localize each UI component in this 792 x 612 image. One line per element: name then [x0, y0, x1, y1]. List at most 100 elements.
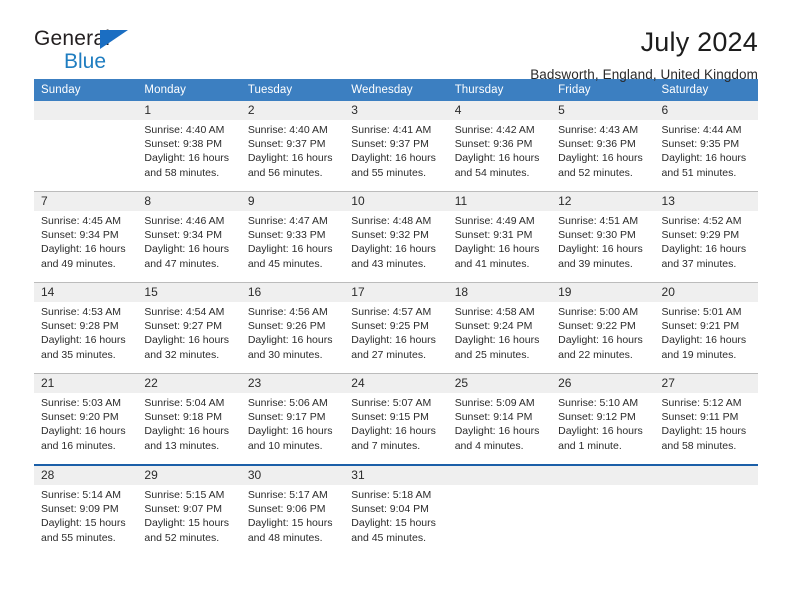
day-cell[interactable]: 23 — [240, 373, 345, 393]
day-detail-cell[interactable]: Sunrise: 4:57 AM Sunset: 9:25 PM Daylight:… — [344, 302, 447, 374]
day-cell[interactable]: 3 — [344, 101, 447, 120]
day-cell[interactable]: 9 — [240, 191, 345, 211]
day-cell[interactable]: 29 — [137, 464, 241, 485]
day-cell[interactable]: 20 — [654, 282, 758, 302]
day-cell[interactable]: 28 — [34, 464, 138, 485]
daylight-text-cont: and 54 minutes. — [454, 166, 530, 179]
day-detail-cell[interactable] — [448, 485, 551, 556]
day-details: Sunrise: 5:14 AM Sunset: 9:09 PM Daylight:… — [34, 485, 137, 556]
sunrise-text: Sunrise: 4:56 AM — [247, 306, 328, 318]
day-detail-cell[interactable]: Sunrise: 5:06 AM Sunset: 9:17 PM Daylight:… — [241, 393, 344, 465]
day-detail-cell[interactable]: Sunrise: 5:10 AM Sunset: 9:12 PM Daylight:… — [551, 393, 654, 465]
day-cell[interactable]: 1 — [137, 101, 240, 120]
day-detail-cell[interactable]: Sunrise: 4:49 AM Sunset: 9:31 PM Daylight:… — [448, 211, 551, 283]
day-cell[interactable]: 5 — [551, 101, 654, 120]
day-detail-cell[interactable]: Sunrise: 4:58 AM Sunset: 9:24 PM Daylight:… — [448, 302, 551, 374]
day-cell[interactable]: 13 — [654, 191, 758, 211]
brand-logo[interactable]: General Blue — [34, 28, 164, 80]
sunrise-text: Sunrise: 4:57 AM — [351, 306, 432, 318]
sunset-text: Sunset: 9:06 PM — [247, 503, 326, 516]
day-cell[interactable]: 26 — [551, 373, 655, 393]
daylight-text-cont: and 25 minutes. — [454, 348, 530, 361]
day-details: Sunrise: 4:47 AM Sunset: 9:33 PM Daylight:… — [241, 211, 344, 282]
day-detail-cell[interactable]: Sunrise: 4:54 AM Sunset: 9:27 PM Daylight:… — [137, 302, 240, 374]
brand-name-blue: Blue — [64, 50, 107, 73]
day-detail-cell[interactable]: Sunrise: 4:44 AM Sunset: 9:35 PM Daylight:… — [655, 120, 758, 192]
day-detail-cell[interactable]: Sunrise: 5:04 AM Sunset: 9:18 PM Daylight:… — [137, 393, 240, 465]
day-detail-cell[interactable]: Sunrise: 4:40 AM Sunset: 9:37 PM Daylight:… — [241, 120, 344, 192]
day-cell[interactable] — [34, 101, 137, 120]
day-detail-cell[interactable]: Sunrise: 4:46 AM Sunset: 9:34 PM Daylight:… — [137, 211, 240, 283]
sunset-text: Sunset: 9:15 PM — [351, 411, 429, 424]
day-detail-cell[interactable]: Sunrise: 5:07 AM Sunset: 9:15 PM Daylight:… — [344, 393, 447, 465]
sunset-text: Sunset: 9:24 PM — [454, 320, 533, 333]
sunrise-text: Sunrise: 5:04 AM — [144, 397, 225, 409]
day-cell[interactable]: 21 — [34, 373, 138, 393]
day-number: 7 — [41, 194, 48, 208]
day-cell[interactable]: 8 — [137, 191, 241, 211]
day-cell[interactable]: 4 — [448, 101, 551, 120]
day-cell[interactable]: 14 — [34, 282, 138, 302]
day-detail-cell[interactable]: Sunrise: 5:12 AM Sunset: 9:11 PM Daylight:… — [655, 393, 758, 465]
day-cell[interactable] — [551, 464, 655, 485]
day-detail-cell[interactable]: Sunrise: 4:52 AM Sunset: 9:29 PM Daylight:… — [655, 211, 758, 283]
day-cell[interactable]: 27 — [654, 373, 758, 393]
day-detail-cell[interactable] — [655, 485, 758, 556]
day-cell[interactable]: 12 — [551, 191, 655, 211]
day-cell[interactable]: 17 — [344, 282, 448, 302]
day-detail-cell[interactable]: Sunrise: 4:48 AM Sunset: 9:32 PM Daylight:… — [344, 211, 447, 283]
day-cell[interactable]: 7 — [34, 191, 138, 211]
sunset-text: Sunset: 9:37 PM — [351, 138, 429, 151]
day-cell[interactable]: 15 — [137, 282, 241, 302]
day-cell[interactable]: 19 — [551, 282, 655, 302]
day-cell[interactable]: 18 — [447, 282, 552, 302]
sunset-text: Sunset: 9:21 PM — [661, 320, 740, 333]
day-detail-cell[interactable]: Sunrise: 5:00 AM Sunset: 9:22 PM Daylight:… — [551, 302, 654, 374]
day-number: 27 — [661, 376, 675, 390]
day-detail-cell[interactable] — [34, 120, 137, 192]
day-cell[interactable]: 31 — [344, 464, 448, 485]
daylight-text: Daylight: 16 hours — [351, 152, 436, 165]
day-cell[interactable]: 10 — [344, 191, 448, 211]
day-cell[interactable]: 22 — [137, 373, 241, 393]
sunrise-text: Sunrise: 4:43 AM — [558, 124, 639, 136]
day-cell[interactable]: 24 — [344, 373, 448, 393]
day-detail-cell[interactable]: Sunrise: 5:14 AM Sunset: 9:09 PM Daylight:… — [34, 485, 137, 556]
day-detail-cell[interactable]: Sunrise: 4:45 AM Sunset: 9:34 PM Daylight:… — [34, 211, 137, 283]
day-detail-cell[interactable]: Sunrise: 5:01 AM Sunset: 9:21 PM Daylight:… — [655, 302, 758, 374]
day-details: Sunrise: 5:17 AM Sunset: 9:06 PM Daylight:… — [241, 485, 344, 556]
day-detail-cell[interactable]: Sunrise: 4:41 AM Sunset: 9:37 PM Daylight:… — [344, 120, 447, 192]
day-detail-cell[interactable]: Sunrise: 5:09 AM Sunset: 9:14 PM Daylight:… — [448, 393, 551, 465]
daylight-text-cont: and 52 minutes. — [144, 531, 220, 544]
daylight-text: Daylight: 15 hours — [41, 517, 126, 530]
day-detail-cell[interactable]: Sunrise: 4:53 AM Sunset: 9:28 PM Daylight:… — [34, 302, 137, 374]
day-detail-cell[interactable]: Sunrise: 5:03 AM Sunset: 9:20 PM Daylight:… — [34, 393, 137, 465]
day-cell[interactable]: 16 — [240, 282, 345, 302]
day-detail-cell[interactable]: Sunrise: 4:42 AM Sunset: 9:36 PM Daylight:… — [448, 120, 551, 192]
sunset-text: Sunset: 9:12 PM — [558, 411, 636, 424]
sunset-text: Sunset: 9:30 PM — [558, 229, 636, 242]
day-detail-cell[interactable]: Sunrise: 5:18 AM Sunset: 9:04 PM Daylight:… — [344, 485, 447, 556]
day-cell[interactable]: 11 — [447, 191, 552, 211]
day-cell[interactable]: 30 — [240, 464, 345, 485]
day-cell[interactable] — [654, 464, 758, 485]
sunrise-text: Sunrise: 5:01 AM — [661, 306, 742, 318]
day-detail-cell[interactable] — [551, 485, 654, 556]
day-cell[interactable]: 6 — [655, 101, 758, 120]
day-detail-cell[interactable]: Sunrise: 4:47 AM Sunset: 9:33 PM Daylight:… — [241, 211, 344, 283]
day-detail-cell[interactable]: Sunrise: 4:56 AM Sunset: 9:26 PM Daylight:… — [241, 302, 344, 374]
day-detail-cell[interactable]: Sunrise: 5:17 AM Sunset: 9:06 PM Daylight:… — [241, 485, 344, 556]
day-detail-cell[interactable]: Sunrise: 4:43 AM Sunset: 9:36 PM Daylight:… — [551, 120, 654, 192]
day-detail-cell[interactable]: Sunrise: 4:51 AM Sunset: 9:30 PM Daylight:… — [551, 211, 654, 283]
day-detail-cell[interactable]: Sunrise: 4:40 AM Sunset: 9:38 PM Daylight:… — [137, 120, 240, 192]
daylight-text: Daylight: 16 hours — [351, 243, 436, 256]
day-detail-cell[interactable]: Sunrise: 5:15 AM Sunset: 9:07 PM Daylight:… — [137, 485, 240, 556]
week-number-band: 28 29 30 31 — [34, 464, 758, 485]
day-cell[interactable] — [447, 464, 552, 485]
daylight-text-cont: and 56 minutes. — [247, 166, 323, 179]
day-number: 20 — [661, 285, 675, 299]
day-number: 5 — [558, 103, 565, 117]
day-cell[interactable]: 2 — [241, 101, 344, 120]
day-cell[interactable]: 25 — [447, 373, 552, 393]
day-details: Sunrise: 4:40 AM Sunset: 9:37 PM Daylight:… — [241, 120, 344, 191]
